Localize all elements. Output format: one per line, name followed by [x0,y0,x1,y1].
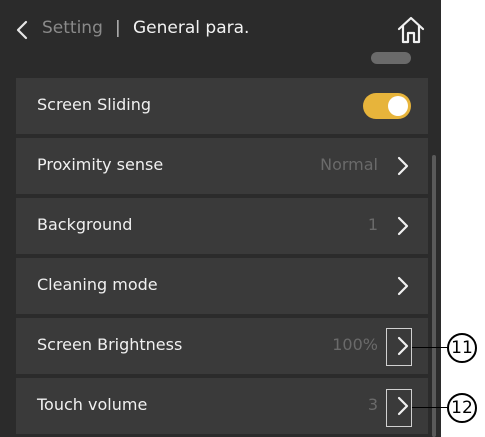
back-chevron-icon[interactable] [14,20,32,40]
row-label: Proximity sense [37,155,164,174]
row-cleaning-mode[interactable]: Cleaning mode [16,258,428,314]
callout-highlight-volume [386,389,412,427]
row-screen-sliding[interactable]: Screen Sliding [16,78,428,134]
row-value: Normal [320,155,378,174]
toggle-knob [388,96,408,116]
row-proximity-sense[interactable]: Proximity sense Normal [16,138,428,194]
breadcrumb-parent[interactable]: Setting [42,18,103,38]
header-bar: Setting | General para. [0,0,441,60]
chevron-right-icon[interactable] [396,275,410,297]
home-icon[interactable] [396,16,426,44]
row-label: Touch volume [37,395,148,414]
scrollbar[interactable] [432,155,436,437]
row-value: 1 [367,215,378,234]
chevron-right-icon[interactable] [396,155,410,177]
settings-screen: Setting | General para. Screen Sliding P… [0,0,441,437]
callout-number-12: 12 [447,393,477,423]
partial-toggle-above[interactable] [371,52,411,64]
row-touch-volume[interactable]: Touch volume 3 [16,378,428,434]
screen-sliding-toggle[interactable] [363,93,411,119]
row-label: Cleaning mode [37,275,158,294]
row-label: Background [37,215,133,234]
callout-leader-line [412,407,448,408]
row-label: Screen Brightness [37,335,183,354]
row-screen-brightness[interactable]: Screen Brightness 100% [16,318,428,374]
row-value: 3 [367,395,378,414]
row-background[interactable]: Background 1 [16,198,428,254]
callout-leader-line [412,347,448,348]
breadcrumb-separator: | [115,18,121,38]
chevron-right-icon[interactable] [396,215,410,237]
page-title: General para. [133,18,250,38]
row-value: 100% [332,335,378,354]
callout-number-11: 11 [447,333,477,363]
row-label: Screen Sliding [37,95,152,114]
callout-highlight-brightness [386,328,412,366]
